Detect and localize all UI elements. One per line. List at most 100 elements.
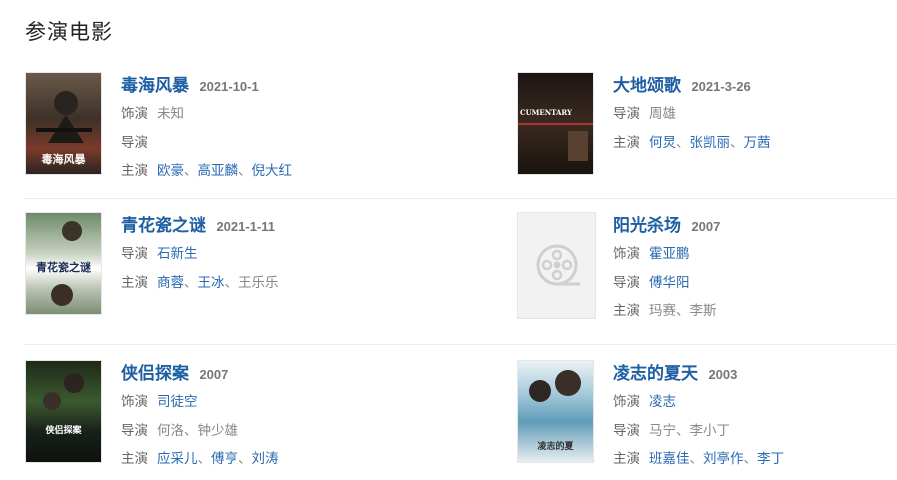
credit-role-label: 主演: [613, 134, 640, 150]
section-title: 参演电影: [25, 21, 113, 44]
credit-row: 导演: [121, 129, 405, 158]
person-name: 李小丁: [689, 422, 731, 438]
poster-title: 凌志的夏: [537, 442, 574, 452]
movie-poster[interactable]: [517, 212, 596, 319]
credit-role-label: 导演: [613, 422, 640, 438]
name-separator: 、: [184, 163, 198, 178]
person-link[interactable]: 倪大红: [252, 163, 293, 178]
movie-date: 2021-10-1: [199, 79, 259, 94]
person-link[interactable]: 傅亨: [211, 451, 238, 466]
credit-role-label: 主演: [613, 451, 640, 466]
poster-art: [43, 373, 84, 410]
person-link[interactable]: 欧豪: [157, 163, 184, 178]
credit-row: 饰演 霍亚鹏: [613, 240, 897, 269]
poster-title: 侠侣探案: [45, 426, 82, 436]
movie-poster[interactable]: 侠侣探案: [25, 360, 102, 463]
movie-poster[interactable]: 毒海风暴: [25, 72, 102, 175]
movie-card: 凌志的夏 凌志的夏天 2003 饰演 凌志 导演 马宁、李小丁 主演 班嘉佳、刘亭作、李丁: [517, 360, 897, 480]
poster-title: 毒海风暴: [41, 153, 86, 166]
movie-card: CUMENTARY 大地颂歌 2021-3-26 导演 周雄 主演 何炅、张凯丽、万茜: [517, 72, 897, 192]
person-link[interactable]: 班嘉佳: [649, 451, 690, 466]
credit-row: 导演 马宁、李小丁: [613, 417, 897, 446]
movie-title[interactable]: 凌志的夏天: [613, 364, 698, 383]
name-separator: 、: [730, 134, 744, 150]
movie-date: 2021-1-11: [216, 219, 276, 234]
credit-role-label: 导演: [121, 246, 148, 261]
name-separator: 、: [238, 163, 252, 178]
credit-row: 主演 欧豪、高亚麟、倪大红: [121, 157, 405, 186]
movie-title[interactable]: 毒海风暴: [121, 76, 189, 95]
movie-card: 阳光杀场 2007 饰演 霍亚鹏 导演 傅华阳 主演 玛赛、李斯: [517, 212, 897, 332]
credit-role-label: 主演: [121, 163, 148, 178]
name-separator: 、: [224, 274, 239, 290]
credit-role-label: 导演: [613, 274, 640, 290]
person-link[interactable]: 司徒空: [157, 394, 198, 409]
credit-role-label: 主演: [121, 274, 148, 290]
person-link[interactable]: 王冰: [198, 275, 225, 290]
credit-role-label: 饰演: [121, 394, 148, 409]
person-link[interactable]: 张凯丽: [690, 135, 731, 150]
person-name: 李斯: [689, 303, 717, 318]
person-name: 王乐乐: [238, 274, 279, 290]
credit-row: 主演 应采儿、傅亨、刘涛: [121, 445, 405, 474]
movie-poster[interactable]: CUMENTARY: [517, 72, 594, 175]
person-name: 未知: [157, 106, 184, 121]
person-link[interactable]: 李丁: [757, 451, 784, 466]
credit-row: 导演 傅华阳: [613, 269, 897, 298]
movie-card: 青花瓷之谜 青花瓷之谜 2021-1-11 导演 石新生 主演 商蓉、王冰、王乐乐: [25, 212, 405, 332]
credit-row: 主演 何炅、张凯丽、万茜: [613, 129, 897, 158]
movie-title[interactable]: 大地颂歌: [613, 76, 681, 95]
divider: [25, 344, 897, 345]
person-link[interactable]: 应采儿: [157, 451, 198, 466]
person-link[interactable]: 商蓉: [157, 275, 184, 290]
poster-art: [518, 123, 593, 161]
movie-date: 2007: [199, 367, 229, 382]
credit-role-label: 导演: [613, 106, 640, 121]
credit-row: 主演 商蓉、王冰、王乐乐: [121, 269, 405, 298]
person-link[interactable]: 刘亭作: [703, 451, 744, 466]
film-reel-icon: [536, 244, 580, 286]
credit-row: 主演 班嘉佳、刘亭作、李丁: [613, 445, 897, 474]
person-name: 周雄: [649, 106, 676, 121]
name-separator: 、: [743, 451, 758, 466]
movie-title[interactable]: 阳光杀场: [613, 216, 681, 235]
credit-role-label: 导演: [121, 422, 148, 438]
movie-poster[interactable]: 青花瓷之谜: [25, 212, 102, 315]
person-link[interactable]: 高亚麟: [198, 163, 239, 178]
movie-date: 2007: [691, 219, 721, 234]
movie-title[interactable]: 青花瓷之谜: [121, 216, 206, 235]
person-name: 钟少雄: [197, 422, 239, 438]
name-separator: 、: [676, 303, 690, 318]
person-name: 玛赛: [649, 303, 676, 318]
credit-row: 导演 何洛、钟少雄: [121, 417, 405, 446]
movie-title[interactable]: 侠侣探案: [121, 364, 189, 383]
movie-date: 2021-3-26: [691, 79, 751, 94]
person-link[interactable]: 霍亚鹏: [649, 246, 690, 261]
name-separator: 、: [184, 274, 198, 290]
credit-role-label: 饰演: [121, 106, 148, 121]
name-separator: 、: [676, 134, 690, 150]
movie-poster[interactable]: 凌志的夏: [517, 360, 594, 463]
person-link[interactable]: 傅华阳: [649, 275, 690, 290]
name-separator: 、: [238, 451, 252, 466]
person-link[interactable]: 何炅: [649, 135, 676, 150]
poster-title: CUMENTARY: [520, 108, 573, 117]
person-link[interactable]: 万茜: [744, 135, 771, 150]
person-link[interactable]: 刘涛: [252, 451, 279, 466]
name-separator: 、: [689, 451, 704, 466]
person-link[interactable]: 石新生: [157, 246, 198, 261]
credit-row: 主演 玛赛、李斯: [613, 297, 897, 326]
movie-date: 2003: [708, 367, 738, 382]
divider: [25, 198, 897, 199]
credit-row: 饰演 凌志: [613, 388, 897, 417]
credit-role-label: 饰演: [613, 246, 640, 261]
poster-title: 青花瓷之谜: [36, 261, 91, 274]
person-name: 何洛: [157, 422, 184, 438]
name-separator: 、: [197, 451, 212, 466]
person-link[interactable]: 凌志: [649, 394, 676, 409]
credit-role-label: 主演: [121, 451, 148, 466]
name-separator: 、: [676, 422, 690, 438]
credit-row: 饰演 未知: [121, 100, 405, 129]
movie-card: 毒海风暴 毒海风暴 2021-10-1 饰演 未知 导演 主演 欧豪、高亚麟、倪大红: [25, 72, 405, 192]
name-separator: 、: [184, 422, 198, 438]
